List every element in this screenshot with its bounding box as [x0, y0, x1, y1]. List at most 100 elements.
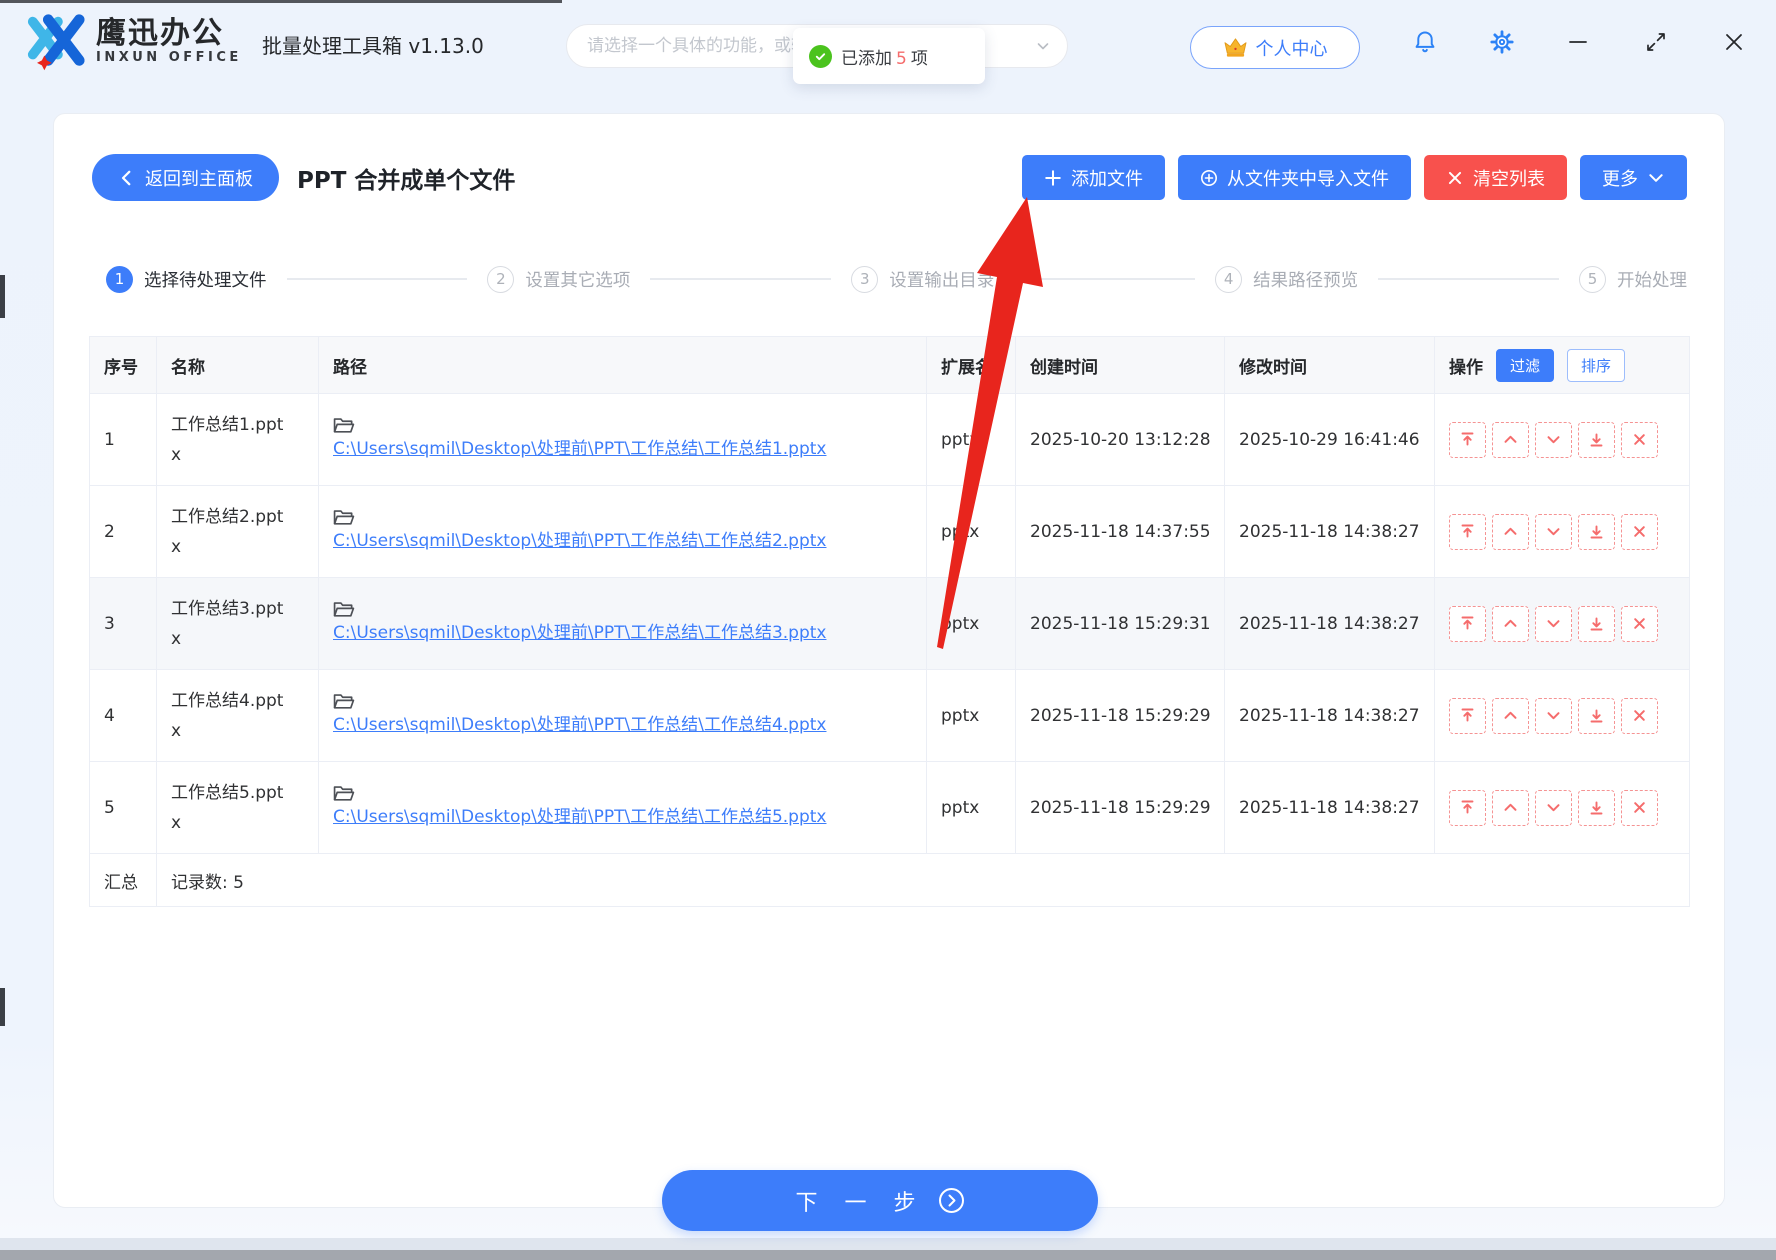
move-down-icon	[1547, 436, 1560, 444]
file-ext: pptx	[926, 577, 1016, 670]
minimize-icon	[1569, 41, 1587, 43]
step-1-select-files: 1 选择待处理文件	[106, 265, 267, 293]
move-up-icon	[1504, 803, 1517, 811]
page-title: PPT 合并成单个文件	[297, 167, 516, 194]
move-top-button[interactable]	[1449, 789, 1486, 826]
user-center-label: 个人中心	[1255, 38, 1328, 60]
move-up-button[interactable]	[1492, 605, 1529, 642]
file-name: 工作总结4.pptx	[171, 690, 284, 741]
settings-button[interactable]	[1489, 29, 1515, 55]
move-up-button[interactable]	[1492, 421, 1529, 458]
filter-button[interactable]: 过滤	[1496, 348, 1555, 382]
move-down-button[interactable]	[1535, 605, 1572, 642]
move-top-button[interactable]	[1449, 605, 1486, 642]
delete-icon	[1634, 434, 1645, 445]
minimize-button[interactable]	[1567, 31, 1589, 53]
col-path: 路径	[318, 336, 927, 394]
file-path-link[interactable]: C:\Users\sqmil\Desktop\处理前\PPT\工作总结\工作总结…	[333, 623, 826, 643]
resize-button[interactable]	[1645, 31, 1667, 53]
file-path-link[interactable]: C:\Users\sqmil\Desktop\处理前\PPT\工作总结\工作总结…	[333, 715, 826, 735]
step-3-output-dir: 3 设置输出目录	[851, 265, 994, 293]
move-bottom-button[interactable]	[1578, 789, 1615, 826]
user-center-button[interactable]: 个人中心	[1190, 26, 1360, 69]
file-name: 工作总结5.pptx	[171, 782, 284, 833]
chevron-down-icon[interactable]	[1035, 38, 1051, 54]
col-index: 序号	[89, 336, 157, 394]
table-row[interactable]: 2 工作总结2.pptx C:\Users\sqmil\Desktop\处理前\…	[89, 485, 1690, 578]
file-path-link[interactable]: C:\Users\sqmil\Desktop\处理前\PPT\工作总结\工作总结…	[333, 531, 826, 551]
move-bottom-icon	[1590, 617, 1603, 631]
move-bottom-button[interactable]	[1578, 605, 1615, 642]
move-down-icon	[1547, 712, 1560, 720]
window-bottom-edge	[0, 1238, 1776, 1250]
col-ext: 扩展名	[926, 336, 1016, 394]
created-time: 2025-11-18 15:29:31	[1030, 613, 1211, 634]
file-path-link[interactable]: C:\Users\sqmil\Desktop\处理前\PPT\工作总结\工作总结…	[333, 807, 826, 827]
notifications-button[interactable]	[1412, 29, 1438, 55]
move-up-button[interactable]	[1492, 789, 1529, 826]
step-2-options: 2 设置其它选项	[487, 265, 630, 293]
move-up-icon	[1504, 435, 1517, 443]
move-down-button[interactable]	[1535, 421, 1572, 458]
modified-time: 2025-11-18 14:38:27	[1239, 613, 1420, 634]
step-indicator: 1 选择待处理文件 2 设置其它选项 3 设置输出目录 4 结果路径预览 5 开…	[106, 264, 1687, 294]
move-top-button[interactable]	[1449, 697, 1486, 734]
gear-icon	[1490, 30, 1514, 54]
col-created: 创建时间	[1015, 336, 1225, 394]
app-window: 鹰迅办公 INXUN OFFICE 批量处理工具箱 v1.13.0 已添加5项 …	[0, 0, 1776, 1260]
move-top-icon	[1461, 708, 1474, 722]
move-bottom-button[interactable]	[1578, 513, 1615, 550]
next-step-button[interactable]: 下 一 步	[662, 1170, 1098, 1231]
delete-row-button[interactable]	[1621, 421, 1658, 458]
delete-row-button[interactable]	[1621, 789, 1658, 826]
move-top-icon	[1461, 432, 1474, 446]
created-time: 2025-11-18 15:29:29	[1030, 797, 1211, 818]
more-button[interactable]: 更多	[1580, 155, 1687, 200]
move-bottom-button[interactable]	[1578, 421, 1615, 458]
title-bar: 鹰迅办公 INXUN OFFICE 批量处理工具箱 v1.13.0 已添加5项 …	[0, 0, 1776, 84]
table-row[interactable]: 5 工作总结5.pptx C:\Users\sqmil\Desktop\处理前\…	[89, 761, 1690, 854]
file-name: 工作总结3.pptx	[171, 598, 284, 649]
move-down-button[interactable]	[1535, 789, 1572, 826]
toast-count: 5	[896, 48, 907, 69]
created-time: 2025-11-18 14:37:55	[1030, 521, 1211, 542]
move-top-button[interactable]	[1449, 421, 1486, 458]
move-top-icon	[1461, 800, 1474, 814]
move-up-button[interactable]	[1492, 513, 1529, 550]
move-up-button[interactable]	[1492, 697, 1529, 734]
col-ops: 操作 过滤 排序	[1434, 336, 1690, 394]
table-row[interactable]: 4 工作总结4.pptx C:\Users\sqmil\Desktop\处理前\…	[89, 669, 1690, 762]
summary-value: 记录数: 5	[156, 853, 1690, 907]
summary-label: 汇总	[89, 853, 157, 907]
delete-icon	[1634, 710, 1645, 721]
move-down-button[interactable]	[1535, 513, 1572, 550]
add-files-button[interactable]: 添加文件	[1022, 155, 1165, 200]
delete-row-button[interactable]	[1621, 513, 1658, 550]
resize-icon	[1647, 33, 1665, 51]
sort-button[interactable]: 排序	[1567, 348, 1626, 382]
move-top-button[interactable]	[1449, 513, 1486, 550]
close-button[interactable]	[1723, 31, 1745, 53]
table-header-row: 序号 名称 路径 扩展名 创建时间 修改时间 操作 过滤 排序	[89, 336, 1690, 394]
file-name: 工作总结1.pptx	[171, 414, 284, 465]
summary-row: 汇总 记录数: 5	[89, 853, 1690, 907]
table-row[interactable]: 3 工作总结3.pptx C:\Users\sqmil\Desktop\处理前\…	[89, 577, 1690, 670]
toolbar: 返回到主面板 PPT 合并成单个文件 添加文件 从文件夹中导入文件 清空列表 更…	[92, 154, 1687, 201]
delete-row-button[interactable]	[1621, 697, 1658, 734]
step-connector	[650, 278, 832, 280]
success-toast: 已添加 5 项	[793, 28, 985, 84]
import-from-folder-button[interactable]: 从文件夹中导入文件	[1178, 155, 1411, 200]
check-circle-icon	[809, 44, 832, 68]
col-name: 名称	[156, 336, 319, 394]
bell-icon	[1415, 31, 1435, 53]
file-path-link[interactable]: C:\Users\sqmil\Desktop\处理前\PPT\工作总结\工作总结…	[333, 439, 826, 459]
step-5-start: 5 开始处理	[1579, 265, 1687, 293]
folder-icon	[333, 417, 355, 433]
clear-list-button[interactable]: 清空列表	[1424, 155, 1567, 200]
back-to-dashboard-button[interactable]: 返回到主面板	[92, 154, 279, 201]
move-bottom-button[interactable]	[1578, 697, 1615, 734]
table-row[interactable]: 1 工作总结1.pptx C:\Users\sqmil\Desktop\处理前\…	[89, 393, 1690, 486]
move-down-button[interactable]	[1535, 697, 1572, 734]
delete-row-button[interactable]	[1621, 605, 1658, 642]
move-bottom-icon	[1590, 433, 1603, 447]
